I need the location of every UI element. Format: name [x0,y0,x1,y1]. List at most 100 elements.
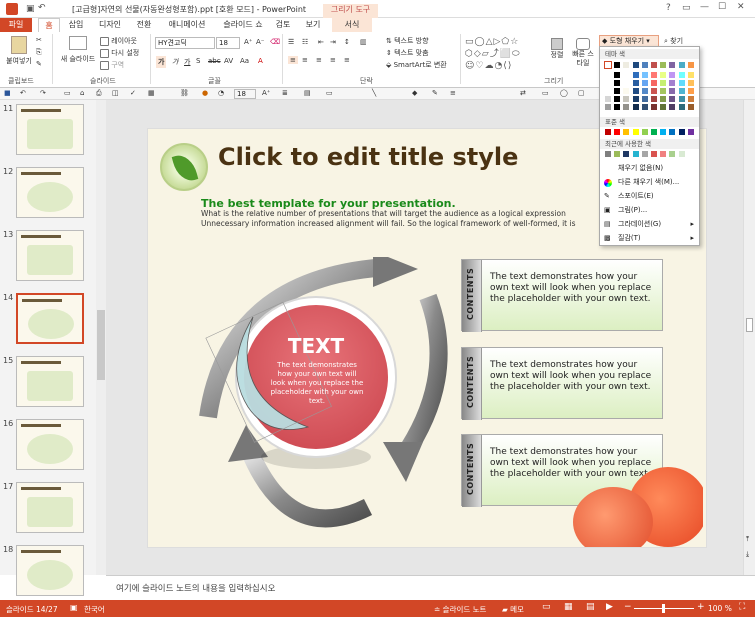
next-slide-icon[interactable]: ⤓ [746,550,749,559]
comments-toggle[interactable]: ▰ 메모 [502,604,524,615]
content-box[interactable]: CONTENTS The text demonstrates how your o… [461,259,663,332]
recent-color-swatch[interactable] [660,151,667,157]
spell-icon[interactable]: ✓ [130,89,136,97]
font-color-icon[interactable]: A [258,57,263,65]
shape-icon[interactable]: ▭ [542,89,549,97]
standard-color-swatch[interactable] [632,129,639,135]
ribbon-display-icon[interactable]: ▭ [682,3,691,13]
standard-color-swatch[interactable] [605,129,611,135]
table-icon[interactable]: ▦ [148,89,155,97]
reading-view-icon[interactable]: ▤ [586,602,595,612]
shadow-icon[interactable]: S [196,57,200,65]
thumbnail-scroll-thumb[interactable] [97,310,105,380]
distribute-icon[interactable]: ≡ [344,56,350,64]
slide-thumbnail[interactable] [16,545,84,596]
theme-color-shade-swatch[interactable] [687,104,694,110]
theme-color-swatch[interactable] [614,62,621,68]
theme-color-swatch[interactable] [651,62,657,68]
format-painter-icon[interactable]: ✎ [36,60,42,68]
align-right-icon[interactable]: ≡ [316,56,322,64]
recent-color-swatch[interactable] [632,151,639,157]
prev-slide-icon[interactable]: ⤒ [746,535,749,544]
theme-color-shade-swatch[interactable] [651,80,657,86]
reset-button[interactable]: 다시 설정 [100,48,139,58]
theme-color-shade-swatch[interactable] [632,80,639,86]
qat-font-size[interactable]: 18 [234,89,256,99]
slide-body[interactable]: What is the relative number of presentat… [201,209,601,229]
undo-icon[interactable]: ↶ [20,89,26,97]
tab-transitions[interactable]: 전환 [132,18,156,32]
standard-color-swatch[interactable] [678,129,685,135]
theme-color-shade-swatch[interactable] [687,72,694,78]
theme-color-shade-swatch[interactable] [669,72,676,78]
spellcheck-icon[interactable]: ▣ [70,603,78,612]
grow-font-icon[interactable]: A⁺ [262,89,270,97]
theme-color-shade-swatch[interactable] [669,104,676,110]
theme-color-swatch[interactable] [687,62,694,68]
standard-color-swatch[interactable] [614,129,621,135]
standard-color-swatch[interactable] [669,129,676,135]
slide-thumbnail[interactable] [16,356,84,407]
align-center-icon[interactable]: ≡ [302,56,308,64]
undo-icon[interactable]: ↶ [38,3,46,13]
tab-insert[interactable]: 삽입 [64,18,88,32]
theme-color-shade-swatch[interactable] [687,96,694,102]
textbox-icon[interactable]: ▤ [304,89,311,97]
zoom-slider-thumb[interactable] [662,604,665,613]
theme-color-shade-swatch[interactable] [641,96,648,102]
close-button[interactable]: ✕ [737,2,745,12]
align-text-button[interactable]: ⇕ 텍스트 맞춤 [386,48,429,58]
theme-color-shade-swatch[interactable] [678,104,685,110]
circle-title[interactable]: TEXT [286,334,346,358]
fill-icon[interactable]: ◆ [412,89,417,97]
theme-color-shade-swatch[interactable] [641,88,648,94]
theme-color-shade-swatch[interactable] [605,80,611,86]
recent-color-swatch[interactable] [614,151,621,157]
open-icon[interactable]: ⌂ [80,89,84,97]
quick-styles-button[interactable]: 빠른 스타일 [570,38,596,68]
standard-color-swatch[interactable] [651,129,657,135]
cut-icon[interactable]: ✂ [36,36,42,44]
find-button[interactable]: ⌕ 찾기 [664,36,683,46]
normal-view-icon[interactable]: ▭ [542,602,551,612]
smartart-button[interactable]: ⬙ SmartArt로 변환 [386,60,447,70]
theme-color-shade-swatch[interactable] [687,88,694,94]
slideshow-view-icon[interactable]: ▶ [606,602,613,612]
arrow-icon[interactable]: ⇄ [520,89,526,97]
zoom-slider[interactable] [634,604,694,613]
tab-home[interactable]: 홈 [38,18,60,32]
increase-indent-icon[interactable]: ⇥ [330,38,336,46]
chart-icon[interactable]: ◔ [218,89,224,97]
picture-item[interactable]: ▣ 그림(P)... [600,204,699,217]
circle-text[interactable]: The text demonstrates how your own text … [270,361,364,406]
line-spacing-icon[interactable]: ↕ [344,38,350,46]
theme-color-shade-swatch[interactable] [678,72,685,78]
columns-icon[interactable]: ▥ [360,38,367,46]
theme-color-shade-swatch[interactable] [623,72,630,78]
section-button[interactable]: 구역 [100,60,124,70]
theme-color-shade-swatch[interactable] [623,80,630,86]
theme-color-shade-swatch[interactable] [623,96,630,102]
theme-color-shade-swatch[interactable] [660,88,667,94]
theme-color-shade-swatch[interactable] [687,80,694,86]
gradient-item[interactable]: ▤ 그라데이션(G) ▸ [600,218,699,231]
print-icon[interactable]: ⎙ [96,89,102,98]
tab-review[interactable]: 검토 [270,18,296,32]
theme-color-swatch[interactable] [669,62,676,68]
recent-color-swatch[interactable] [605,151,611,157]
arrange-button[interactable]: 정렬 [546,38,568,60]
theme-color-swatch[interactable] [623,62,630,68]
justify-icon[interactable]: ≡ [330,56,336,64]
standard-color-swatch[interactable] [641,129,648,135]
layout-button[interactable]: 레이아웃 [100,36,137,46]
theme-color-shade-swatch[interactable] [632,72,639,78]
underline-icon[interactable]: 가 [184,57,190,67]
slide-thumbnail[interactable] [16,482,84,533]
theme-color-shade-swatch[interactable] [678,88,685,94]
font-size-select[interactable]: 18 [216,37,240,49]
align-left-icon[interactable]: ≡ [288,56,298,64]
recent-color-swatch[interactable] [651,151,657,157]
paste-button[interactable]: 붙여넣기 [4,36,34,66]
callout-icon[interactable]: ▢ [578,89,585,97]
font-name-select[interactable]: HY견고딕 [155,37,215,49]
